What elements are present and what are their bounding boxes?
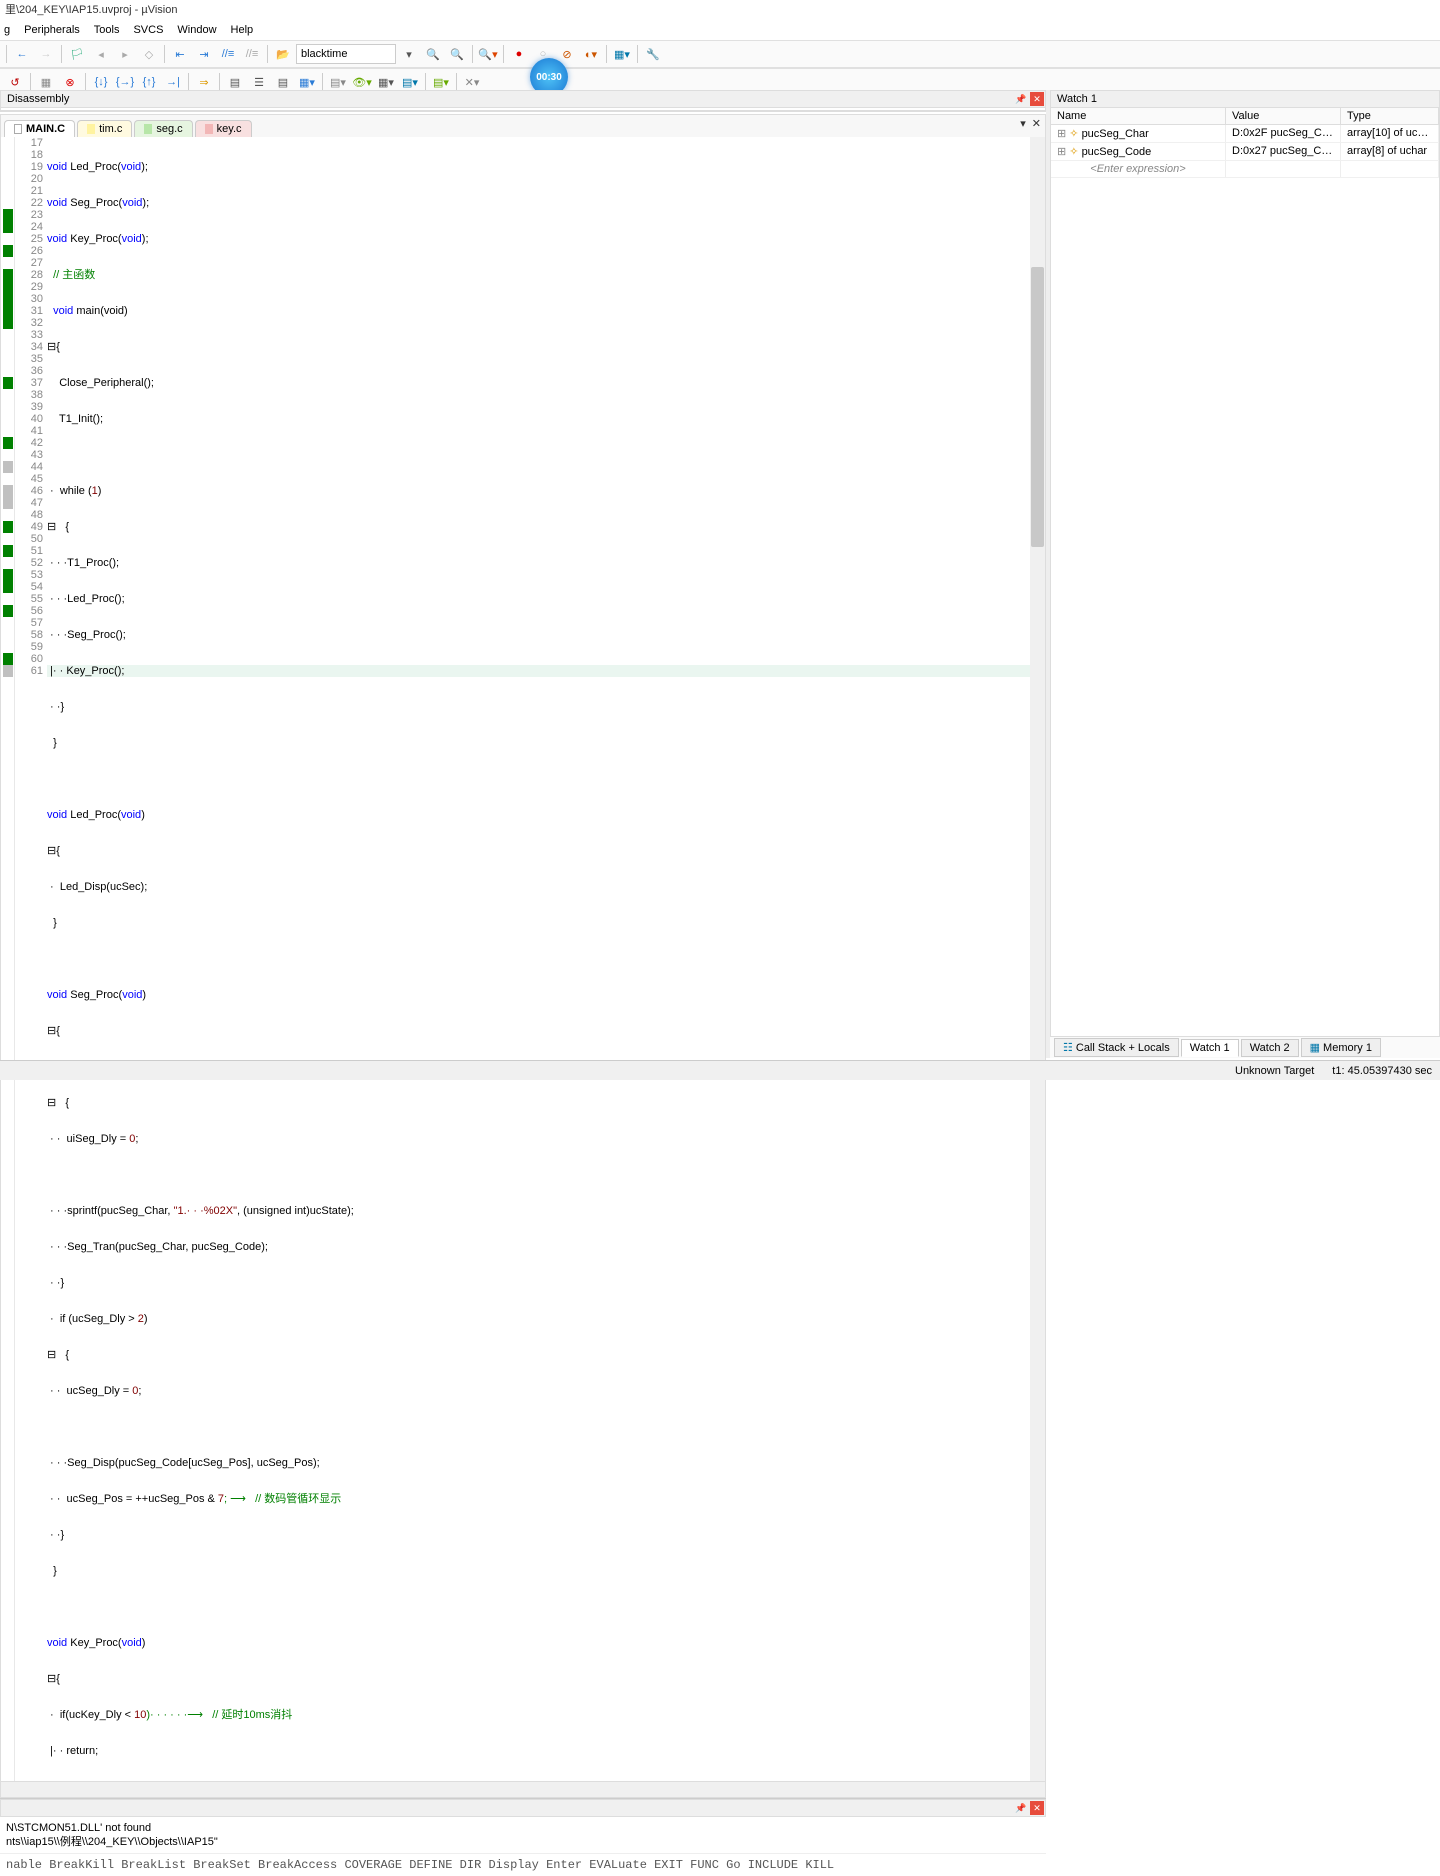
status-target: Unknown Target: [1235, 1065, 1314, 1077]
tab-key-c[interactable]: key.c: [195, 120, 252, 137]
file-icon: [87, 124, 95, 134]
command-hints: nable BreakKill BreakList BreakSet Break…: [0, 1853, 1046, 1876]
watch-panel[interactable]: Name Value Type ⊞ ✧ pucSeg_Char D:0x2F p…: [1050, 108, 1440, 1058]
record-icon[interactable]: ●: [508, 43, 530, 65]
menu-bar: g Peripherals Tools SVCS Window Help: [0, 20, 1440, 40]
file-icon: [144, 124, 152, 134]
bookmark-clear-icon[interactable]: ◇: [138, 43, 160, 65]
tab-close-icon[interactable]: ✕: [1032, 117, 1041, 130]
title-bar: 里\204_KEY\IAP15.uvproj - µVision: [0, 0, 1440, 20]
code-hscroll[interactable]: [1, 1781, 1045, 1797]
window-layout-icon[interactable]: ▦▾: [611, 43, 633, 65]
tab-memory1[interactable]: ▦Memory 1: [1301, 1038, 1381, 1057]
uncomment-icon[interactable]: //≡: [241, 43, 263, 65]
output-line: nts\\iap15\\例程\\204_KEY\\Objects\\IAP15": [6, 1835, 1040, 1849]
menu-svcs[interactable]: SVCS: [133, 20, 163, 40]
watch-row[interactable]: ⊞ ✧ pucSeg_Code D:0x27 pucSeg_Code... ar…: [1051, 143, 1439, 161]
search-dropdown-icon[interactable]: ▾: [398, 43, 420, 65]
watch-row[interactable]: ⊞ ✧ pucSeg_Char D:0x2F pucSeg_Char[... a…: [1051, 125, 1439, 143]
watch-row-new[interactable]: <Enter expression>: [1051, 161, 1439, 178]
output-header: 📌✕: [0, 1799, 1046, 1817]
config-icon[interactable]: 🔧: [642, 43, 664, 65]
debug-bottom-tabs: ☷Call Stack + Locals Watch 1 Watch 2 ▦Me…: [1050, 1036, 1440, 1058]
code-vscroll[interactable]: [1030, 137, 1045, 1781]
indent-icon[interactable]: ⇥: [193, 43, 215, 65]
gutter-lines: 1718192021 2223242526 2728293031 3233343…: [15, 137, 47, 1781]
tab-seg-c[interactable]: seg.c: [134, 120, 192, 137]
tab-watch2[interactable]: Watch 2: [1241, 1039, 1299, 1057]
watch-col-type[interactable]: Type: [1341, 108, 1439, 124]
tab-callstack[interactable]: ☷Call Stack + Locals: [1054, 1038, 1179, 1057]
toolbar-main: ← → 🏳 ◂ ▸ ◇ ⇤ ⇥ //≡ //≡ 📂 ▾ 🔍 🔍 🔍▾ ● ○ ⊘…: [0, 40, 1440, 68]
pin-icon[interactable]: 📌: [1014, 1801, 1028, 1815]
file-icon: [205, 124, 213, 134]
watch-col-value[interactable]: Value: [1226, 108, 1341, 124]
callstack-icon: ☷: [1063, 1041, 1073, 1054]
output-panel[interactable]: N\STCMON51.DLL' not found nts\\iap15\\例程…: [0, 1817, 1046, 1853]
tab-main-c[interactable]: MAIN.C: [4, 120, 75, 137]
breakpoint-dis-icon[interactable]: ◐▾: [580, 43, 602, 65]
comment-icon[interactable]: //≡: [217, 43, 239, 65]
disassembly-header: Disassembly 📌✕: [0, 90, 1046, 108]
find-replace-icon[interactable]: 🔍: [446, 43, 468, 65]
menu-window[interactable]: Window: [177, 20, 216, 40]
tab-dropdown-icon[interactable]: ▾: [1020, 117, 1026, 130]
gutter-marks: [1, 137, 15, 1781]
memory-icon: ▦: [1310, 1041, 1320, 1054]
menu-help[interactable]: Help: [231, 20, 254, 40]
output-line: N\STCMON51.DLL' not found: [6, 1821, 1040, 1835]
watch-col-name[interactable]: Name: [1051, 108, 1226, 124]
find-folder-icon[interactable]: 📂: [272, 43, 294, 65]
nav-fwd-icon[interactable]: →: [35, 43, 57, 65]
status-bar: Unknown Target t1: 45.05397430 sec: [0, 1060, 1440, 1080]
bookmark-next-icon[interactable]: ▸: [114, 43, 136, 65]
code-editor[interactable]: 1718192021 2223242526 2728293031 3233343…: [1, 137, 1045, 1781]
code-body[interactable]: void void Led_Proc(void); Led_Proc(void)…: [47, 137, 1045, 1781]
menu-peripherals[interactable]: Peripherals: [24, 20, 80, 40]
bookmark-prev-icon[interactable]: ◂: [90, 43, 112, 65]
tab-tim-c[interactable]: tim.c: [77, 120, 132, 137]
find-icon[interactable]: 🔍: [422, 43, 444, 65]
close-icon[interactable]: ✕: [1030, 92, 1044, 106]
menu-tools[interactable]: Tools: [94, 20, 120, 40]
nav-back-icon[interactable]: ←: [11, 43, 33, 65]
bookmark-icon[interactable]: 🏳: [66, 43, 88, 65]
tab-watch1[interactable]: Watch 1: [1181, 1039, 1239, 1057]
disassembly-title: Disassembly: [7, 90, 69, 108]
status-time: t1: 45.05397430 sec: [1332, 1065, 1432, 1077]
editor-tabs: MAIN.C tim.c seg.c key.c ▾ ✕: [1, 115, 1045, 137]
menu-g[interactable]: g: [4, 20, 10, 40]
pin-icon[interactable]: 📌: [1014, 92, 1028, 106]
outdent-icon[interactable]: ⇤: [169, 43, 191, 65]
file-icon: [14, 124, 22, 134]
debug-icon[interactable]: 🔍▾: [477, 43, 499, 65]
close-icon[interactable]: ✕: [1030, 1801, 1044, 1815]
search-input[interactable]: [296, 44, 396, 64]
disasm-hscroll[interactable]: [0, 111, 1046, 112]
watch-title: Watch 1: [1057, 90, 1097, 108]
watch-header: Watch 1: [1050, 90, 1440, 108]
